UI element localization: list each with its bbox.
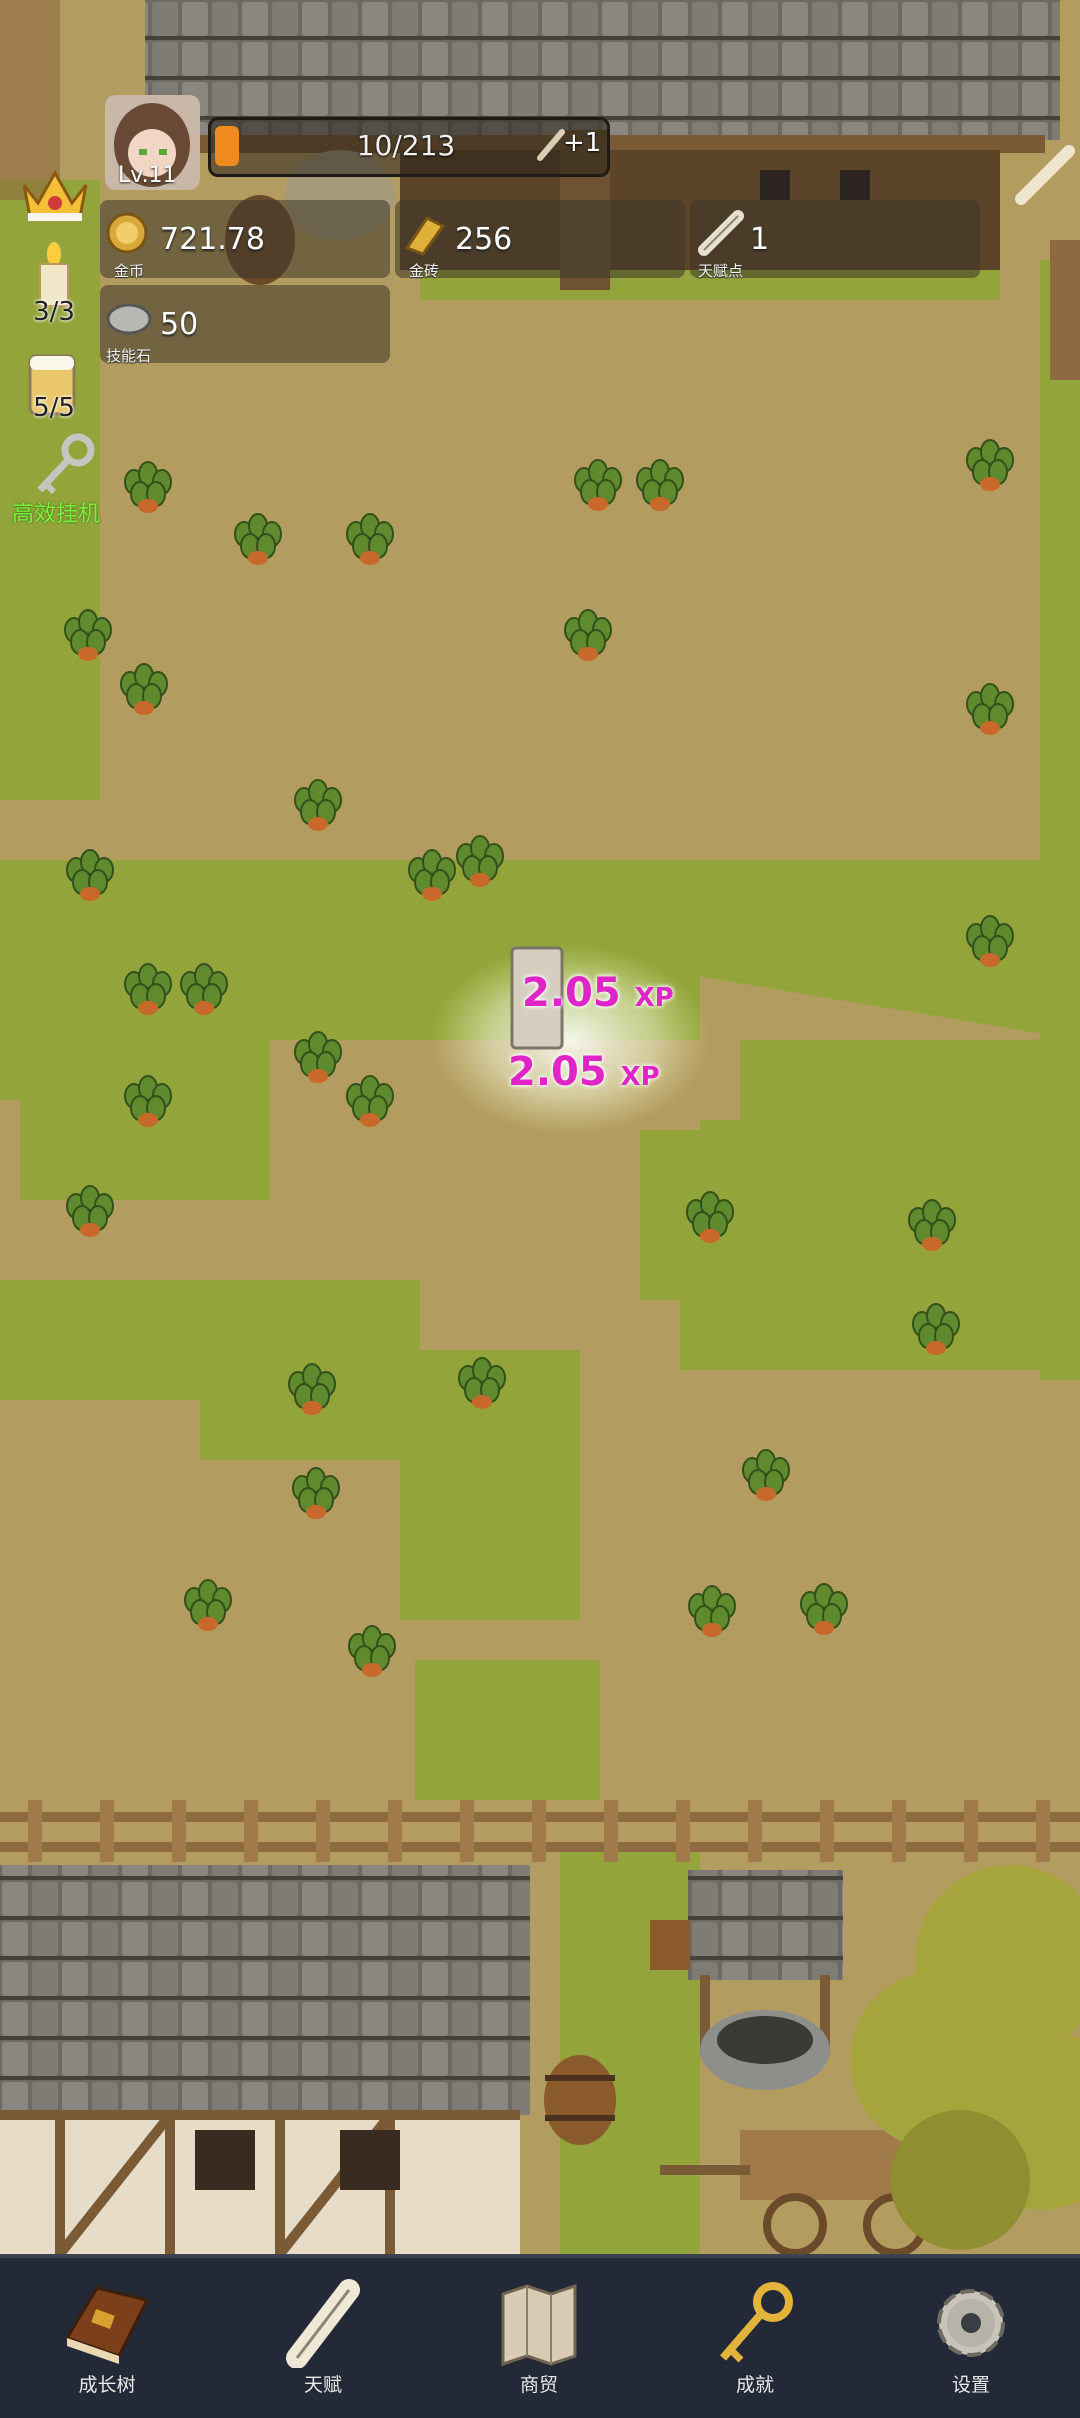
xp-bonus: +1: [563, 128, 602, 158]
nav-label: 设置: [951, 2374, 990, 2396]
fence-post: [388, 1800, 402, 1862]
gold-coin-icon: [106, 212, 148, 258]
talent-points-value: 1: [750, 222, 770, 257]
floating-xp-value: 2.05: [508, 1049, 607, 1095]
fence-post: [676, 1800, 690, 1862]
nav-growth-tree[interactable]: 成长树: [27, 2258, 187, 2418]
nav-talent[interactable]: 天赋: [243, 2258, 403, 2418]
house-bottom: [0, 1865, 530, 2254]
fence-post: [172, 1800, 186, 1862]
fence-post: [460, 1800, 474, 1862]
gold-brick-icon: [401, 212, 447, 262]
nav-achievements[interactable]: 成就: [675, 2258, 835, 2418]
gold-brick-panel[interactable]: 256 金砖: [395, 200, 685, 280]
fence-post: [100, 1800, 114, 1862]
crown-icon[interactable]: [18, 155, 92, 229]
fence-post: [532, 1800, 546, 1862]
bone-icon: [536, 128, 566, 166]
talent-points-label: 天赋点: [698, 262, 744, 280]
gold-value: 721.78: [160, 222, 265, 257]
fence-post: [892, 1800, 906, 1862]
fence-post: [604, 1800, 618, 1862]
gold-panel[interactable]: 721.78 金币: [100, 200, 390, 280]
floating-xp-value: 2.05: [522, 970, 621, 1016]
fence-post: [964, 1800, 978, 1862]
auto-idle-button[interactable]: 高效挂机: [12, 496, 100, 528]
floating-xp: 2.05 XP: [508, 1049, 660, 1095]
xp-bar: 10/213 +1: [208, 117, 610, 177]
fence-post: [820, 1800, 834, 1862]
fence-post: [244, 1800, 258, 1862]
fence-post: [1036, 1800, 1050, 1862]
nav-trade[interactable]: 商贸: [459, 2258, 619, 2418]
key-icon[interactable]: [32, 432, 98, 502]
fence-post: [28, 1800, 42, 1862]
bone-icon[interactable]: [1015, 145, 1075, 209]
fence-post: [748, 1800, 762, 1862]
candle-count: 3/3: [33, 297, 75, 327]
skill-stone-panel[interactable]: 50 技能石: [100, 285, 390, 365]
floating-xp: 2.05 XP: [522, 970, 674, 1016]
floating-xp-unit: XP: [620, 1062, 660, 1092]
scroll-icon: [698, 210, 744, 260]
nav-label: 商贸: [519, 2374, 558, 2396]
nav-label: 天赋: [303, 2374, 342, 2396]
talent-points-panel[interactable]: 1 天赋点: [690, 200, 980, 280]
barrel: [544, 2055, 616, 2145]
gold-label: 金币: [114, 262, 145, 280]
nav-label: 成长树: [78, 2374, 136, 2396]
gold-brick-label: 金砖: [409, 262, 440, 280]
beer-count: 5/5: [33, 393, 75, 423]
skill-stone-value: 50: [160, 307, 199, 342]
skill-stone-label: 技能石: [106, 347, 152, 365]
stone-icon: [106, 301, 152, 341]
player-level: Lv.11: [118, 163, 177, 188]
nav-settings[interactable]: 设置: [891, 2258, 1051, 2418]
bottom-nav: 成长树 天赋 商贸 成就 设置: [0, 2254, 1080, 2418]
nav-label: 成就: [735, 2374, 774, 2396]
floating-xp-unit: XP: [634, 983, 674, 1013]
gold-brick-value: 256: [455, 222, 513, 257]
fence-post: [316, 1800, 330, 1862]
